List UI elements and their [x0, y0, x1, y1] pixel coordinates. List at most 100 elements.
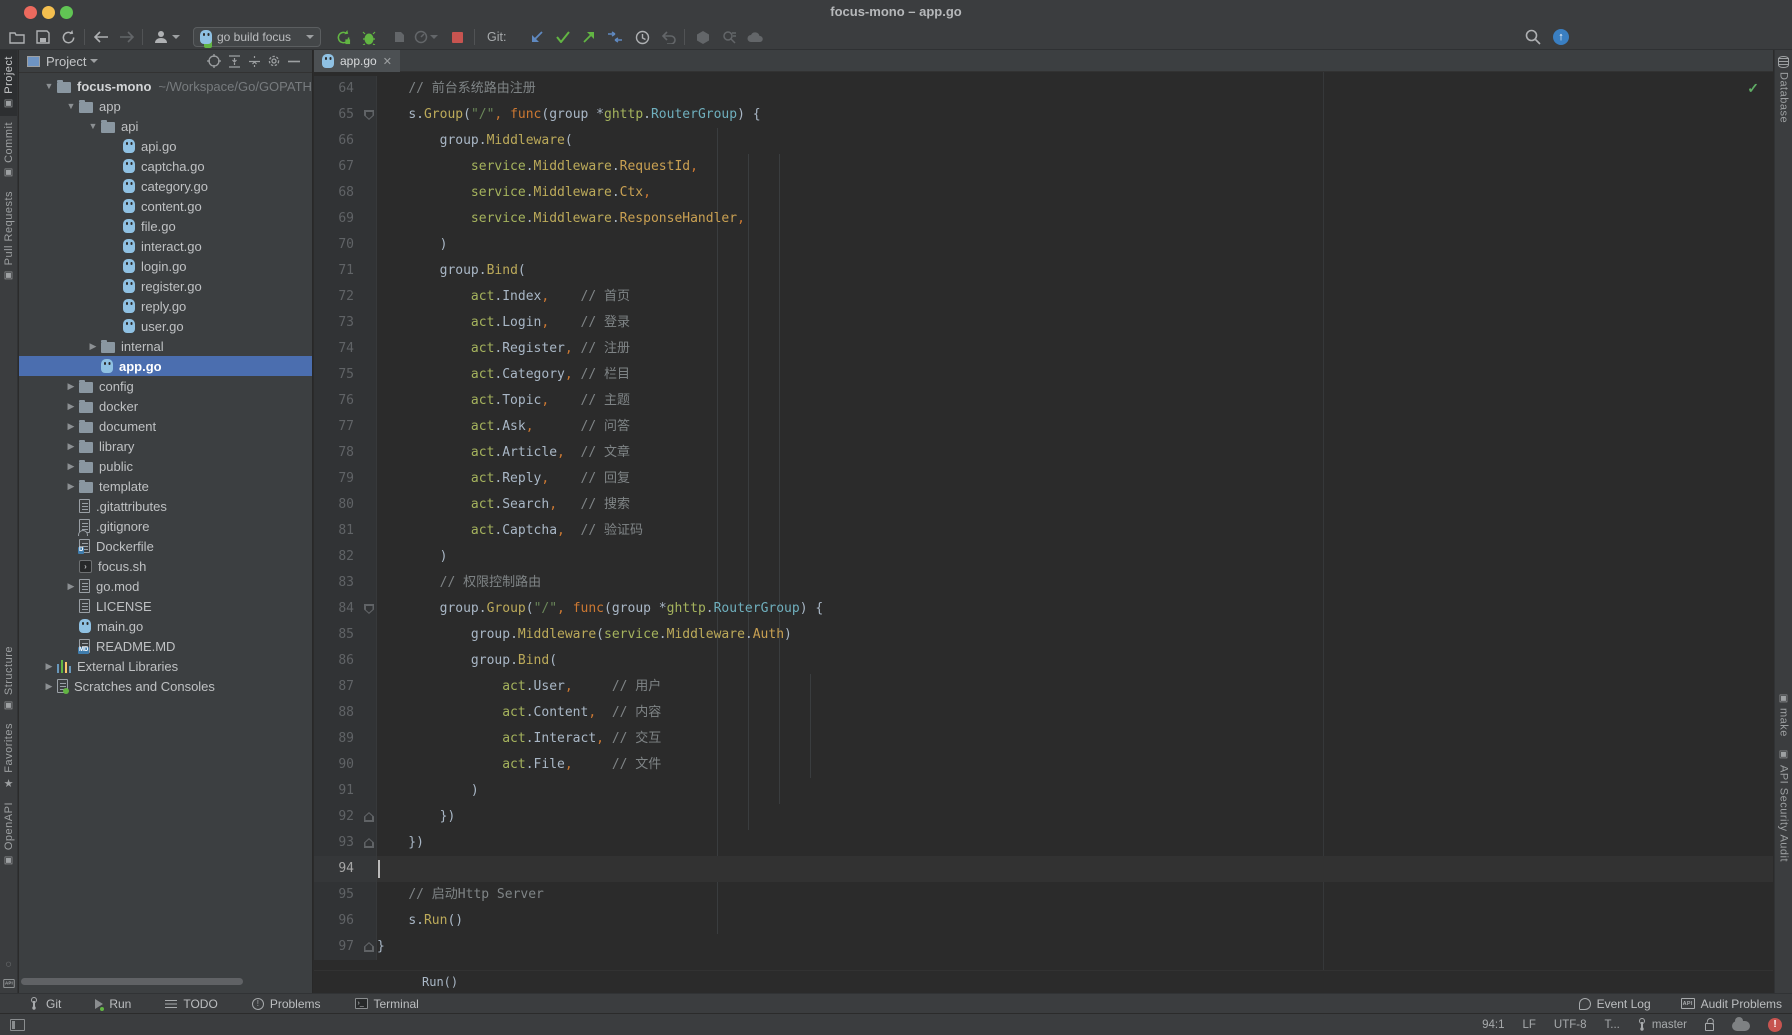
fold-gutter[interactable] [362, 180, 377, 206]
stop-icon[interactable] [448, 28, 466, 46]
tool-window-button-run[interactable]: Run [95, 997, 131, 1011]
code-line-93[interactable]: 93 }) [314, 830, 1773, 856]
fold-gutter[interactable] [362, 284, 377, 310]
code-line-78[interactable]: 78 act.Article, // 文章 [314, 440, 1773, 466]
tree-chevron-icon[interactable]: ▶ [63, 381, 79, 392]
rollback-icon[interactable] [659, 28, 677, 46]
chevron-down-icon[interactable] [90, 59, 98, 63]
tree-item-user-go[interactable]: user.go [19, 316, 312, 336]
tree-item-captcha-go[interactable]: captcha.go [19, 156, 312, 176]
code-line-91[interactable]: 91 ) [314, 778, 1773, 804]
tool-window-button-audit-problems[interactable]: APIAudit Problems [1681, 997, 1782, 1011]
tree-chevron-icon[interactable]: ▼ [63, 101, 79, 111]
code-line-68[interactable]: 68 service.Middleware.Ctx, [314, 180, 1773, 206]
open-icon[interactable] [8, 28, 26, 46]
code-line-83[interactable]: 83 // 权限控制路由 [314, 570, 1773, 596]
hide-panel-icon[interactable] [284, 53, 304, 69]
fold-gutter[interactable] [362, 440, 377, 466]
tree-item-docker[interactable]: ▶docker [19, 396, 312, 416]
inspections-ok-icon[interactable]: ✓ [1747, 80, 1759, 97]
code-line-84[interactable]: 84 group.Group("/", func(group *ghttp.Ro… [314, 596, 1773, 622]
code-line-73[interactable]: 73 act.Login, // 登录 [314, 310, 1773, 336]
tree-item-library[interactable]: ▶library [19, 436, 312, 456]
tree-item-focus-mono[interactable]: ▼focus-mono~/Workspace/Go/GOPATH/src/git… [19, 76, 312, 96]
fold-close-icon[interactable] [364, 838, 374, 848]
tree-item-license[interactable]: LICENSE [19, 596, 312, 616]
tree-chevron-icon[interactable]: ▶ [63, 581, 79, 592]
tree-item-external-libraries[interactable]: ▶External Libraries [19, 656, 312, 676]
code-line-77[interactable]: 77 act.Ask, // 问答 [314, 414, 1773, 440]
code-line-81[interactable]: 81 act.Captcha, // 验证码 [314, 518, 1773, 544]
openapi-bottom-icon[interactable]: API [3, 979, 14, 988]
tool-window-toggle-icon[interactable] [10, 1019, 25, 1031]
git-commit-icon[interactable] [554, 28, 572, 46]
code-line-96[interactable]: 96 s.Run() [314, 908, 1773, 934]
fold-gutter[interactable] [362, 102, 377, 128]
fold-gutter[interactable] [362, 908, 377, 934]
fold-gutter[interactable] [362, 804, 377, 830]
tree-item-reply-go[interactable]: reply.go [19, 296, 312, 316]
code-line-92[interactable]: 92 }) [314, 804, 1773, 830]
tool-window-button-commit[interactable]: Commit▣ [0, 116, 17, 185]
notifications-icon[interactable]: ◌ [3, 958, 15, 970]
tree-item-category-go[interactable]: category.go [19, 176, 312, 196]
tool-window-button-database[interactable]: Database [1775, 50, 1792, 129]
tool-window-button-api-security-audit[interactable]: ▣API Security Audit [1775, 743, 1792, 868]
fold-gutter[interactable] [362, 726, 377, 752]
breadcrumb[interactable]: Run() [422, 975, 458, 989]
fold-gutter[interactable] [362, 544, 377, 570]
code-line-94[interactable]: 94 [314, 856, 1773, 882]
tool-window-button-structure[interactable]: Structure▣ [0, 640, 17, 717]
tool-window-button-openapi[interactable]: OpenAPI▣ [0, 796, 17, 872]
code-line-74[interactable]: 74 act.Register, // 注册 [314, 336, 1773, 362]
code-line-72[interactable]: 72 act.Index, // 首页 [314, 284, 1773, 310]
project-panel-title[interactable]: Project [46, 54, 86, 69]
run-icon[interactable] [334, 28, 352, 46]
git-merge-icon[interactable] [606, 28, 624, 46]
code-line-66[interactable]: 66 group.Middleware( [314, 128, 1773, 154]
tree-item-api-go[interactable]: api.go [19, 136, 312, 156]
fold-gutter[interactable] [362, 518, 377, 544]
tree-item-template[interactable]: ▶template [19, 476, 312, 496]
tree-item-register-go[interactable]: register.go [19, 276, 312, 296]
tree-item-readme-md[interactable]: MDREADME.MD [19, 636, 312, 656]
tool-window-button-make[interactable]: ▣make [1775, 686, 1792, 743]
code-line-79[interactable]: 79 act.Reply, // 回复 [314, 466, 1773, 492]
tree-item--gitattributes[interactable]: .gitattributes [19, 496, 312, 516]
code-line-69[interactable]: 69 service.Middleware.ResponseHandler, [314, 206, 1773, 232]
tree-item-file-go[interactable]: file.go [19, 216, 312, 236]
cloud-icon[interactable] [746, 28, 764, 46]
code-line-90[interactable]: 90 act.File, // 文件 [314, 752, 1773, 778]
tool-window-button-favorites[interactable]: Favorites★ [0, 717, 17, 796]
fold-gutter[interactable] [362, 310, 377, 336]
tool-window-button-event-log[interactable]: Event Log [1579, 997, 1651, 1011]
code-line-80[interactable]: 80 act.Search, // 搜索 [314, 492, 1773, 518]
close-tab-icon[interactable]: ✕ [383, 55, 392, 68]
code-viewport[interactable]: 64 // 前台系统路由注册65 s.Group("/", func(group… [314, 72, 1773, 970]
tree-item-focus-sh[interactable]: ›focus.sh [19, 556, 312, 576]
code-line-86[interactable]: 86 group.Bind( [314, 648, 1773, 674]
fold-gutter[interactable] [362, 492, 377, 518]
fold-close-icon[interactable] [364, 942, 374, 952]
expand-all-icon[interactable] [224, 53, 244, 69]
fold-gutter[interactable] [362, 752, 377, 778]
fold-gutter[interactable] [362, 934, 377, 960]
code-line-70[interactable]: 70 ) [314, 232, 1773, 258]
fold-gutter[interactable] [362, 232, 377, 258]
debug-icon[interactable] [360, 28, 378, 46]
tree-item-app-go[interactable]: app.go [19, 356, 312, 376]
tree-item-public[interactable]: ▶public [19, 456, 312, 476]
settings-gear-icon[interactable] [264, 53, 284, 69]
code-line-97[interactable]: 97} [314, 934, 1773, 960]
tab-app-go[interactable]: app.go ✕ [314, 50, 400, 72]
profiler-icon[interactable] [412, 28, 440, 46]
lock-icon[interactable] [1705, 1023, 1714, 1031]
tree-item-login-go[interactable]: login.go [19, 256, 312, 276]
code-line-85[interactable]: 85 group.Middleware(service.Middleware.A… [314, 622, 1773, 648]
tool-window-button-todo[interactable]: TODO [165, 997, 217, 1011]
fold-gutter[interactable] [362, 206, 377, 232]
git-update-icon[interactable] [528, 28, 546, 46]
fold-gutter[interactable] [362, 674, 377, 700]
tree-chevron-icon[interactable]: ▼ [41, 81, 57, 91]
code-line-95[interactable]: 95 // 启动Http Server [314, 882, 1773, 908]
